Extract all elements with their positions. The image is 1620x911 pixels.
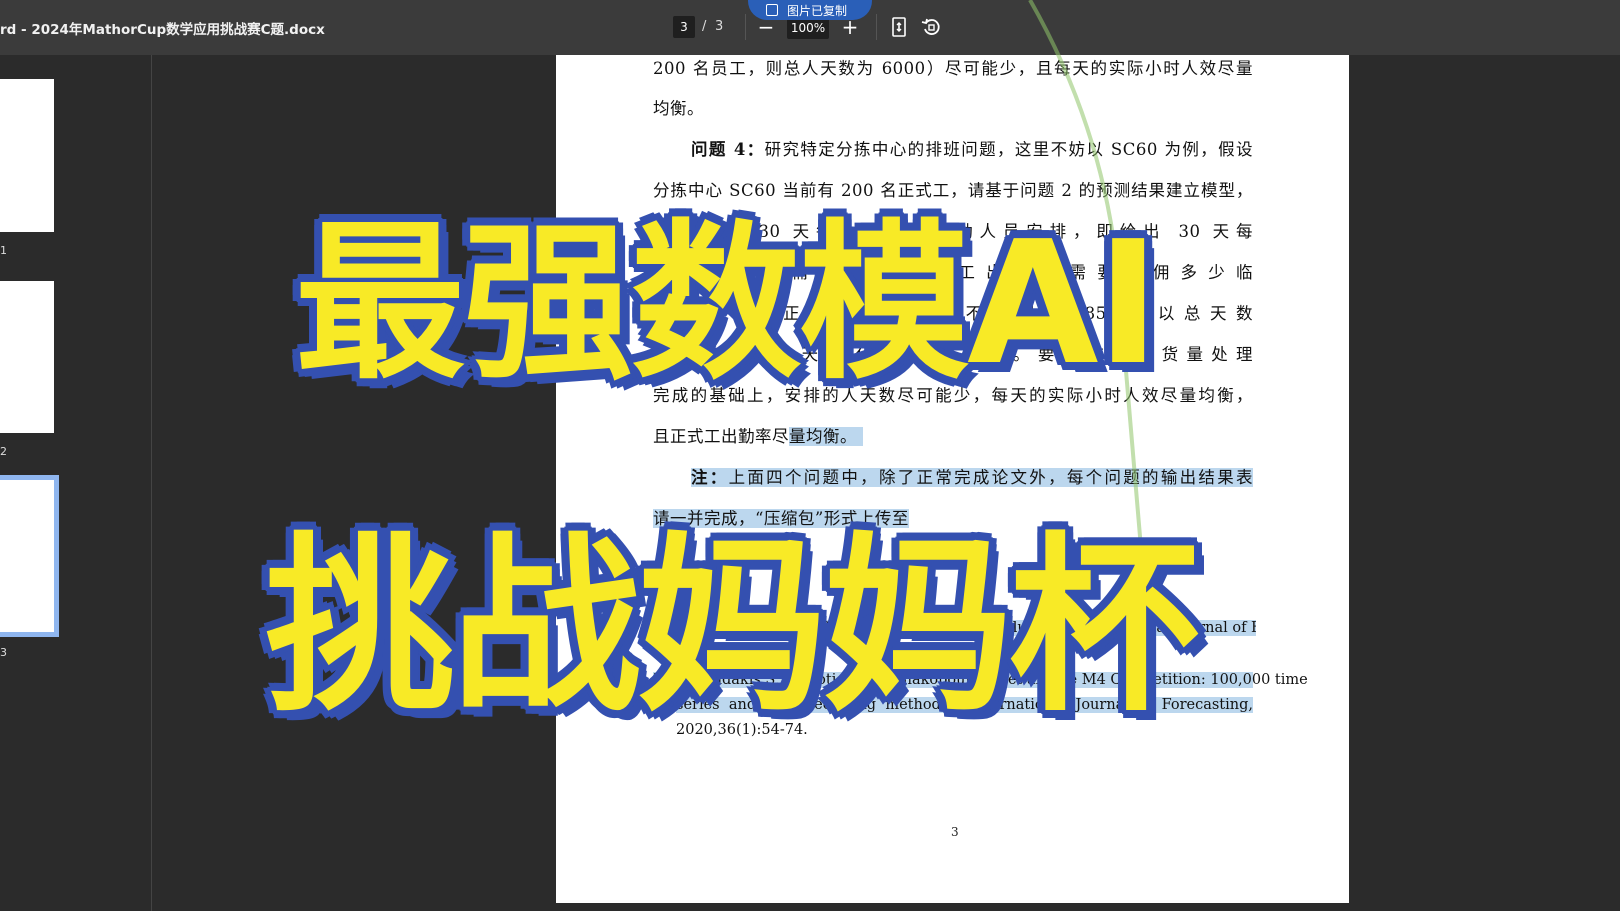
overlay-title-line2: 挑战妈妈杯	[265, 516, 1199, 737]
text-line: 200 名员工，则总人天数为 6000）尽可能少，且每天的实际小时人效尽量	[653, 59, 1253, 78]
q4-text: 研究特定分拣中心的排班问题，这里不妨以 SC60 为例，假设	[764, 140, 1253, 159]
rotate-icon[interactable]	[919, 15, 943, 39]
highlighted-text: 量均衡。	[789, 427, 863, 446]
page-thumbnail-3[interactable]	[0, 475, 59, 637]
thumbnail-label: 1	[0, 244, 7, 257]
copy-icon	[766, 4, 778, 16]
zoom-level-input[interactable]: 100%	[787, 17, 829, 39]
text-plain: 且正式工出勤率尽	[653, 427, 789, 446]
page-thumbnail-1[interactable]	[0, 79, 54, 232]
copied-notification: 图片已复制	[748, 0, 872, 20]
q4-label: 问题 4：	[691, 140, 765, 159]
text-line-q4: 问题 4：研究特定分拣中心的排班问题，这里不妨以 SC60 为例，假设	[691, 136, 1253, 160]
current-page-input[interactable]: 3	[673, 16, 695, 38]
document-title: rd - 2024年MathorCup数学应用挑战赛C题.docx	[0, 22, 325, 38]
fit-page-icon[interactable]	[887, 15, 911, 39]
text-line: 均衡。	[653, 99, 704, 118]
text-line-highlight: 且正式工出勤率尽量均衡。	[653, 423, 1253, 447]
page-thumbnail-2[interactable]	[0, 281, 54, 433]
thumbnail-label: 3	[0, 646, 7, 659]
toolbar-divider	[876, 14, 877, 40]
overlay-title-line1: 最强数模AI	[295, 205, 1160, 403]
top-toolbar: rd - 2024年MathorCup数学应用挑战赛C题.docx 3 / 3 …	[0, 0, 1620, 55]
page-number: 3	[951, 825, 959, 839]
notification-label: 图片已复制	[786, 4, 847, 18]
toolbar-divider	[745, 14, 746, 40]
thumbnail-label: 2	[0, 445, 7, 458]
page-separator: /	[702, 19, 707, 34]
total-pages: 3	[715, 19, 724, 34]
